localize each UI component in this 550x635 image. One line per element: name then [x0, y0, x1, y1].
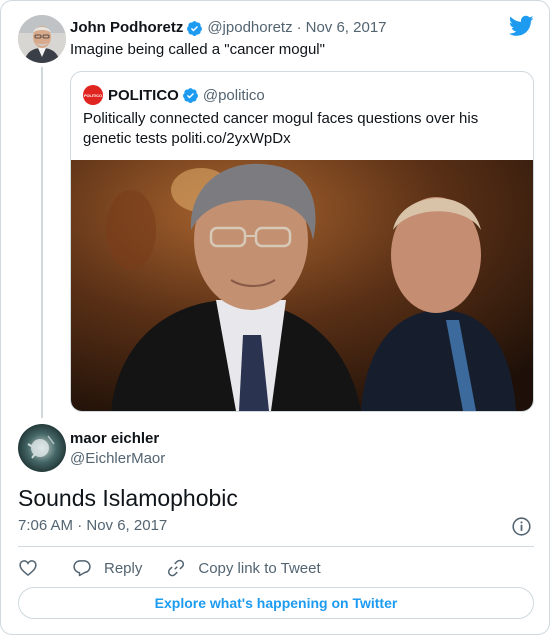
avatar[interactable] — [18, 424, 66, 472]
reply-author-handle[interactable]: @EichlerMaor — [70, 449, 165, 469]
reply-button[interactable]: Reply — [72, 558, 142, 578]
parent-tweet-header: John Podhoretz @jpodhoretz · Nov 6, 2017 — [70, 18, 387, 38]
tweet-date[interactable]: Nov 6, 2017 — [306, 18, 387, 38]
quoted-tweet-text: Politically connected cancer mogul faces… — [83, 110, 479, 147]
parent-tweet-text: Imagine being called a "cancer mogul" — [70, 41, 325, 58]
author-handle[interactable]: @jpodhoretz — [207, 18, 292, 38]
explore-twitter-button[interactable]: Explore what's happening on Twitter — [18, 587, 534, 619]
reply-button-label: Reply — [104, 559, 143, 577]
quoted-tweet-header: POLITICO POLITICO @politico — [83, 85, 265, 105]
tweet-actions: Reply Copy link to Tweet — [18, 557, 345, 579]
author-name[interactable]: John Podhoretz — [70, 18, 183, 38]
heart-icon — [19, 560, 37, 577]
like-button[interactable] — [18, 558, 38, 578]
separator-dot: · — [296, 19, 302, 36]
divider — [18, 546, 534, 547]
copy-link-label: Copy link to Tweet — [198, 559, 321, 577]
embedded-tweet-card: John Podhoretz @jpodhoretz · Nov 6, 2017… — [0, 0, 550, 635]
link-icon — [168, 559, 185, 577]
quoted-author-name: POLITICO — [108, 86, 179, 104]
reply-icon — [73, 560, 91, 577]
verified-badge-icon — [182, 87, 198, 103]
verified-badge-icon — [187, 20, 203, 36]
reply-author-name[interactable]: maor eichler — [70, 429, 159, 449]
twitter-bird-icon[interactable] — [509, 15, 534, 37]
reply-tweet-text: Sounds Islamophobic — [18, 485, 238, 511]
quoted-tweet-photo[interactable] — [71, 160, 533, 411]
quoted-tweet[interactable]: POLITICO POLITICO @politico Politically … — [70, 71, 534, 412]
quoted-author-handle: @politico — [202, 86, 265, 104]
tweet-timestamp[interactable]: 7:06 AM · Nov 6, 2017 — [18, 516, 167, 536]
info-icon[interactable] — [511, 516, 532, 537]
avatar[interactable] — [18, 15, 66, 63]
avatar-logo-text: POLITICO — [83, 92, 103, 98]
thread-connector-line — [41, 67, 43, 418]
politico-avatar: POLITICO — [83, 85, 103, 105]
copy-link-button[interactable]: Copy link to Tweet — [166, 558, 321, 578]
